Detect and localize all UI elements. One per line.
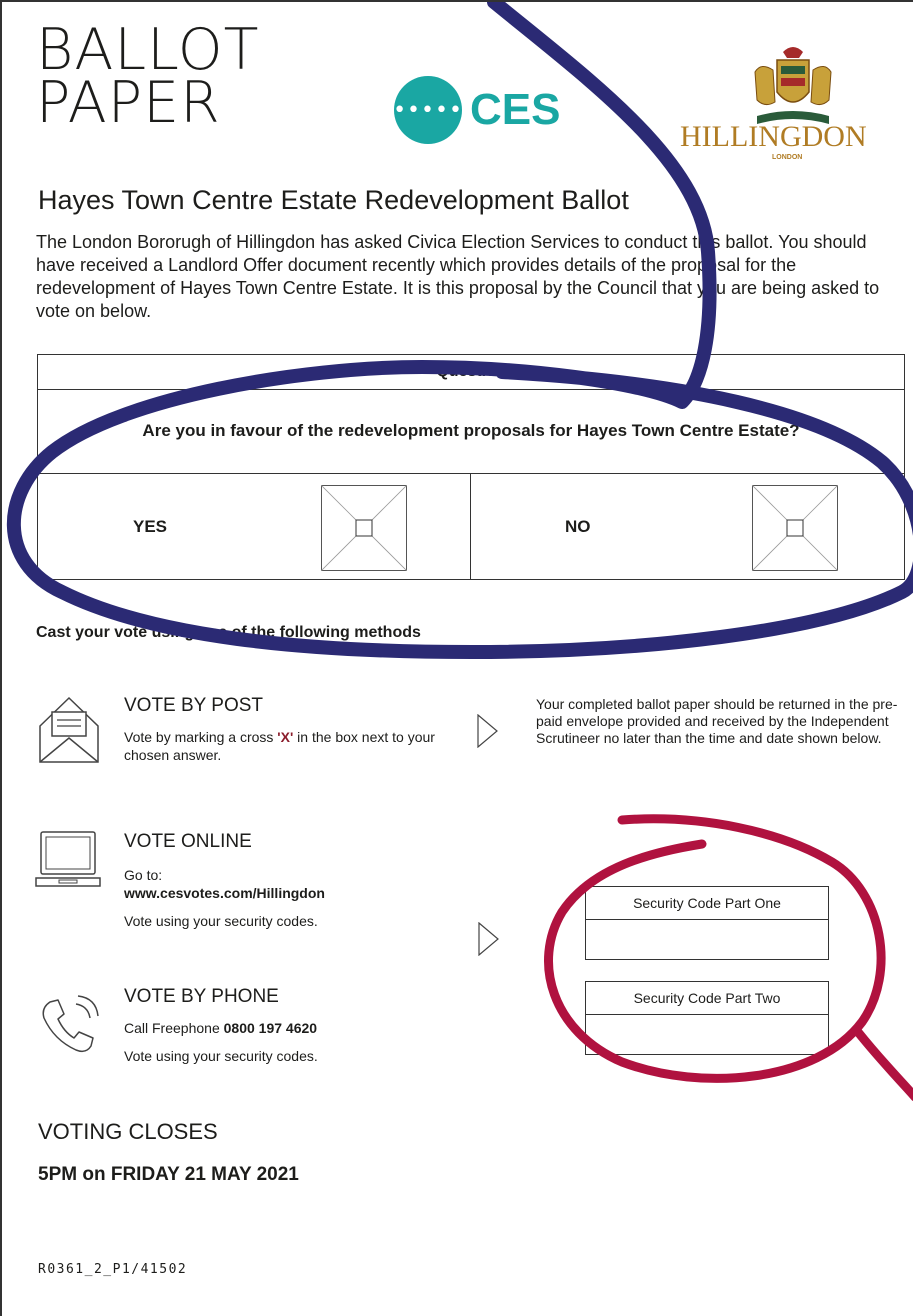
voting-closes-label: VOTING CLOSES <box>38 1119 218 1144</box>
reference-number: R0361_2_P1/41502 <box>38 1262 188 1277</box>
yes-label: YES <box>133 517 168 536</box>
ballot-title: BALLOT PAPER <box>36 22 259 136</box>
go-to-label: Go to: <box>124 867 163 883</box>
ballot-heading: Hayes Town Centre Estate Redevelopment B… <box>38 185 629 215</box>
ces-dots-icon: ••••• <box>393 76 462 144</box>
vote-url-link[interactable]: www.cesvotes.com/Hillingdon <box>124 884 325 902</box>
council-name: HILLINGDON <box>680 120 867 153</box>
phone-number[interactable]: 0800 197 4620 <box>224 1020 317 1036</box>
ces-logo-text: CES <box>470 85 561 134</box>
arrow-right-icon <box>478 922 499 956</box>
phone-call-text: Call Freephone 0800 197 4620 <box>124 1019 317 1037</box>
security-code-part-one-value <box>586 920 828 959</box>
security-code-part-two-value <box>586 1015 828 1054</box>
option-divider <box>470 473 471 579</box>
council-sub: LONDON <box>772 154 803 161</box>
title-line-2: PAPER <box>36 70 221 136</box>
question-text: Are you in favour of the redevelopment p… <box>38 389 904 474</box>
phone-note: Vote using your security codes. <box>124 1048 318 1064</box>
question-table: Question Are you in favour of the redeve… <box>37 354 905 580</box>
phone-icon <box>42 995 99 1053</box>
security-code-part-two: Security Code Part Two <box>585 981 829 1055</box>
question-header: Question <box>38 355 904 390</box>
ballot-paper: BALLOT PAPER ••••• CES HILLINGDON LONDON… <box>0 0 913 1316</box>
security-code-part-two-label: Security Code Part Two <box>586 982 828 1015</box>
envelope-icon <box>39 696 99 763</box>
call-freephone-label: Call Freephone <box>124 1020 224 1036</box>
no-label: NO <box>565 517 591 536</box>
vote-by-post-title: VOTE BY POST <box>124 695 264 716</box>
ces-logo: ••••• CES <box>393 76 561 144</box>
no-vote-box[interactable] <box>752 485 838 571</box>
online-note: Vote using your security codes. <box>124 913 318 929</box>
vote-online-title: VOTE ONLINE <box>124 831 252 852</box>
voting-closes-date: 5PM on FRIDAY 21 MAY 2021 <box>38 1164 299 1185</box>
yes-vote-box[interactable] <box>321 485 407 571</box>
post-text-before: Vote by marking a cross <box>124 729 278 745</box>
methods-heading: Cast your vote using one of the followin… <box>36 624 421 641</box>
vote-by-post-text: Vote by marking a cross 'X' in the box n… <box>124 728 459 764</box>
intro-text: The London Bororugh of Hillingdon has as… <box>36 232 880 321</box>
security-code-part-one-label: Security Code Part One <box>586 887 828 920</box>
council-crest-icon <box>754 47 832 124</box>
security-code-part-one: Security Code Part One <box>585 886 829 960</box>
arrow-right-icon <box>477 714 498 748</box>
laptop-icon <box>35 831 101 887</box>
vote-by-phone-title: VOTE BY PHONE <box>124 986 279 1007</box>
return-instructions: Your completed ballot paper should be re… <box>536 696 898 746</box>
post-mark: 'X' <box>277 729 294 745</box>
